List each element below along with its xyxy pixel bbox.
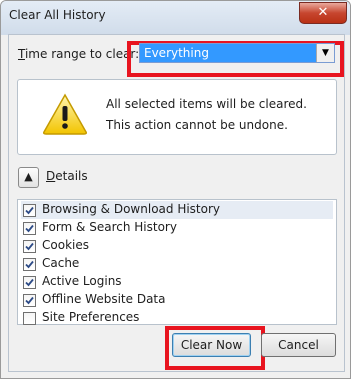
window-title: Clear All History — [9, 8, 106, 22]
list-item-active-logins[interactable]: Active Logins — [21, 273, 333, 291]
checkbox-form-search-history[interactable] — [23, 222, 36, 235]
checkbox-cookies[interactable] — [23, 240, 36, 253]
chevron-up-icon: ▲ — [24, 170, 33, 183]
item-label: Active Logins — [42, 274, 122, 288]
item-label: Site Preferences — [42, 310, 140, 324]
dialog-body: Time range to clear: Everything ▼ All se… — [8, 34, 345, 372]
list-item-cookies[interactable]: Cookies — [21, 237, 333, 255]
cancel-button[interactable]: Cancel — [261, 333, 336, 357]
time-range-label-rest: ime range to clear: — [24, 47, 140, 61]
time-range-row: Time range to clear: — [18, 47, 139, 61]
list-item-offline-website-data[interactable]: Offline Website Data — [21, 291, 333, 309]
checkbox-browsing-download-history[interactable] — [23, 204, 36, 217]
clear-history-dialog: Clear All History ✕ Time range to clear:… — [0, 0, 351, 379]
check-icon — [25, 224, 34, 233]
list-item-cache[interactable]: Cache — [21, 255, 333, 273]
item-label: Cache — [42, 256, 80, 270]
time-range-label: Time range to clear: — [18, 47, 139, 61]
details-label-rest: etails — [55, 169, 88, 183]
close-button[interactable]: ✕ — [299, 2, 347, 24]
checkbox-site-preferences[interactable] — [23, 312, 36, 325]
item-label: Form & Search History — [42, 220, 177, 234]
warning-line-2: This action cannot be undone. — [106, 118, 288, 132]
warning-triangle-icon — [43, 93, 87, 135]
chevron-down-icon[interactable]: ▼ — [316, 44, 334, 62]
warning-line-1: All selected items will be cleared. — [106, 97, 307, 111]
details-toggle-button[interactable]: ▲ — [18, 167, 39, 188]
time-range-select[interactable]: Everything ▼ — [139, 43, 335, 63]
checkbox-offline-website-data[interactable] — [23, 294, 36, 307]
list-item-site-preferences[interactable]: Site Preferences — [21, 309, 333, 327]
item-label: Offline Website Data — [42, 292, 166, 306]
history-items-list[interactable]: Browsing & Download History Form & Searc… — [17, 199, 337, 325]
list-item-form-search-history[interactable]: Form & Search History — [21, 219, 333, 237]
details-label[interactable]: Details — [46, 169, 88, 183]
close-icon: ✕ — [317, 5, 329, 20]
check-icon — [25, 260, 34, 269]
clear-now-button[interactable]: Clear Now — [172, 333, 251, 357]
title-bar[interactable]: Clear All History ✕ — [1, 1, 350, 35]
item-label: Cookies — [42, 238, 89, 252]
warning-panel: All selected items will be cleared. This… — [17, 79, 337, 155]
details-label-accesskey: D — [46, 169, 56, 183]
check-icon — [25, 242, 34, 251]
check-icon — [25, 278, 34, 287]
check-icon — [25, 206, 34, 215]
check-icon — [25, 296, 34, 305]
checkbox-cache[interactable] — [23, 258, 36, 271]
checkbox-active-logins[interactable] — [23, 276, 36, 289]
time-range-label-accesskey: T — [18, 47, 25, 61]
time-range-value: Everything — [144, 46, 209, 60]
item-label: Browsing & Download History — [42, 202, 221, 216]
list-item-browsing-download-history[interactable]: Browsing & Download History — [21, 201, 333, 219]
